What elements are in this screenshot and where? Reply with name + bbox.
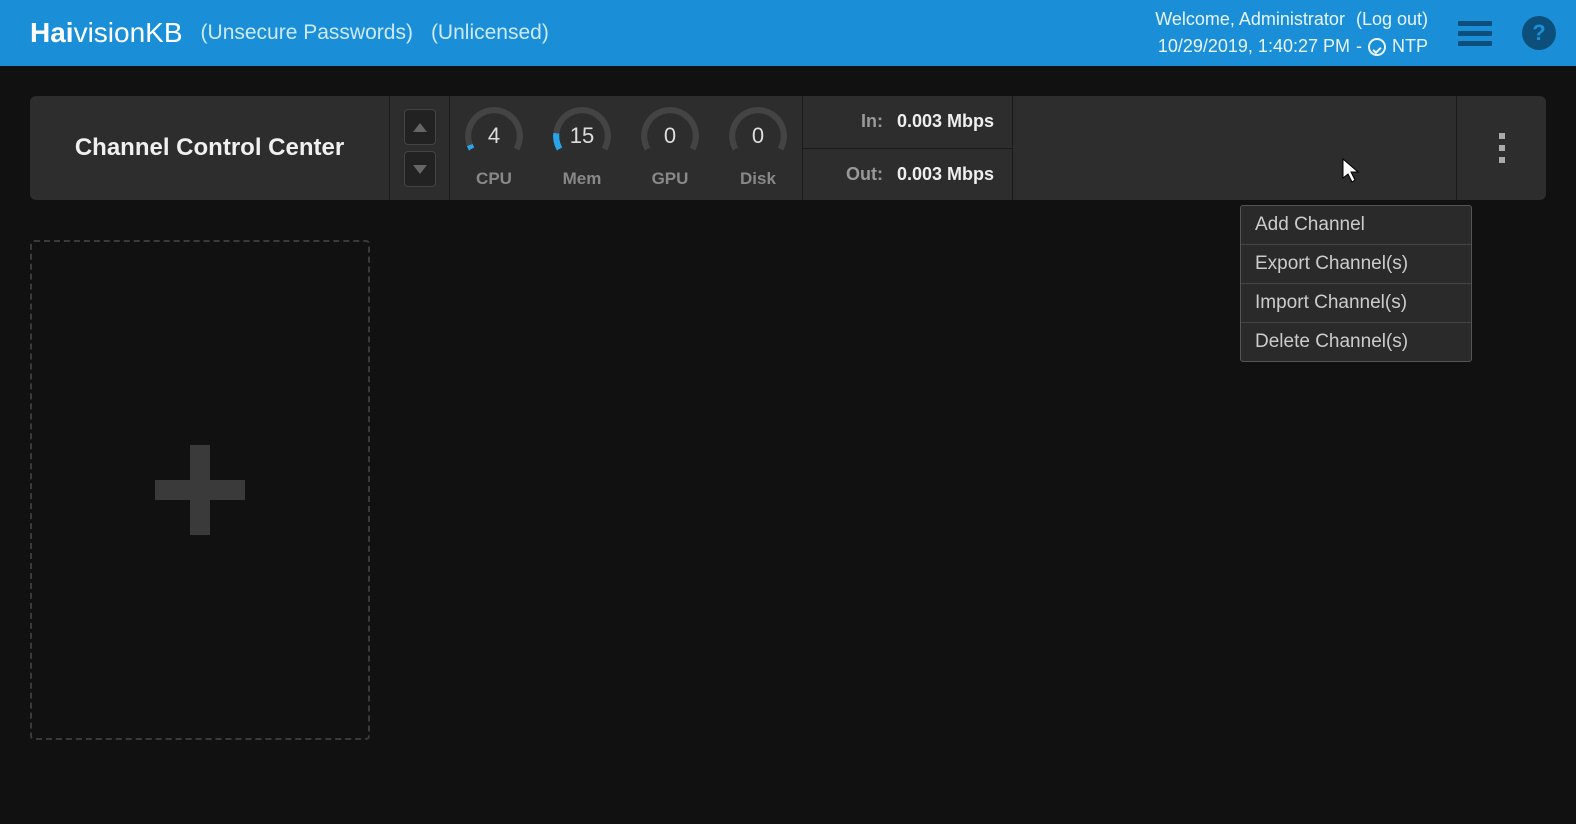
menu-item-delete-channel-s[interactable]: Delete Channel(s): [1241, 323, 1471, 361]
gauge-value: 0: [752, 123, 764, 149]
top-banner: Haivision KB (Unsecure Passwords) (Unlic…: [0, 0, 1576, 66]
bandwidth-out-value: 0.003 Mbps: [897, 164, 994, 185]
welcome-text: Welcome, Administrator: [1155, 9, 1345, 29]
resource-gauges: 4 CPU 15 Mem 0 GPU 0 Disk: [450, 96, 803, 200]
gauge-gpu: 0 GPU: [636, 107, 704, 189]
warning-unsecure-passwords[interactable]: (Unsecure Passwords): [201, 21, 413, 45]
warning-unlicensed[interactable]: (Unlicensed): [431, 21, 549, 45]
gauge-label: CPU: [476, 169, 512, 189]
bandwidth-out-row: Out: 0.003 Mbps: [803, 149, 1012, 201]
control-strip-spacer: [1013, 96, 1456, 200]
main-content: Channel Control Center 4 CPU 15 Mem 0 GPU 0 Dis…: [0, 66, 1576, 770]
gauge-mem: 15 Mem: [548, 107, 616, 189]
banner-user-block: Welcome, Administrator (Log out) 10/29/2…: [1149, 6, 1428, 60]
ntp-label[interactable]: NTP: [1392, 33, 1428, 60]
help-icon[interactable]: ?: [1522, 16, 1556, 50]
logo-bold: Hai: [30, 17, 74, 49]
hamburger-menu-icon[interactable]: [1458, 16, 1492, 51]
menu-item-export-channel-s[interactable]: Export Channel(s): [1241, 245, 1471, 284]
bandwidth-panel: In: 0.003 Mbps Out: 0.003 Mbps: [803, 96, 1013, 200]
ntp-check-icon: [1368, 38, 1386, 56]
channel-actions-menu: Add ChannelExport Channel(s)Import Chann…: [1240, 205, 1472, 362]
banner-icons: ?: [1458, 16, 1556, 51]
gauge-cpu: 4 CPU: [460, 107, 528, 189]
channel-actions-button[interactable]: [1456, 96, 1546, 200]
chevron-down-icon: [413, 165, 427, 174]
gauge-value: 15: [570, 123, 594, 149]
logout-link[interactable]: (Log out): [1356, 9, 1428, 29]
chevron-up-icon: [413, 123, 427, 132]
gauge-label: GPU: [652, 169, 689, 189]
gauge-disk: 0 Disk: [724, 107, 792, 189]
gauge-label: Disk: [740, 169, 776, 189]
add-channel-tile[interactable]: [30, 240, 370, 740]
menu-item-add-channel[interactable]: Add Channel: [1241, 206, 1471, 245]
sort-buttons: [390, 96, 450, 200]
sort-down-button[interactable]: [404, 151, 436, 187]
sort-up-button[interactable]: [404, 109, 436, 145]
datetime-separator: -: [1356, 33, 1362, 60]
bandwidth-out-label: Out:: [846, 164, 883, 185]
logo-suffix: KB: [145, 17, 182, 49]
bandwidth-in-value: 0.003 Mbps: [897, 111, 994, 132]
gauge-value: 0: [664, 123, 676, 149]
gauge-value: 4: [488, 123, 500, 149]
datetime-text: 10/29/2019, 1:40:27 PM: [1158, 33, 1350, 60]
logo-thin: vision: [74, 17, 146, 49]
bandwidth-in-row: In: 0.003 Mbps: [803, 96, 1012, 149]
control-strip: Channel Control Center 4 CPU 15 Mem 0 GPU 0 Dis…: [30, 96, 1546, 200]
gauge-label: Mem: [563, 169, 602, 189]
page-title: Channel Control Center: [30, 96, 390, 200]
plus-icon: [155, 445, 245, 535]
product-logo: Haivision KB: [30, 17, 183, 49]
bandwidth-in-label: In:: [861, 111, 883, 132]
menu-item-import-channel-s[interactable]: Import Channel(s): [1241, 284, 1471, 323]
vertical-dots-icon: [1499, 133, 1505, 163]
